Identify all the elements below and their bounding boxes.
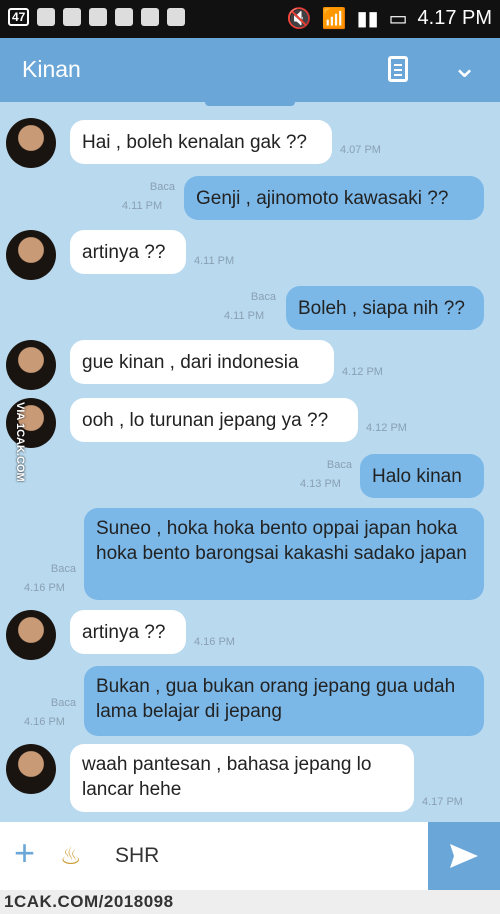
footer-text: 1CAK.COM/2018098 <box>4 892 174 911</box>
message-time: 4.07 PM <box>340 144 381 156</box>
message-time: 4.11 PM <box>122 200 163 212</box>
message-time: 4.12 PM <box>366 422 407 434</box>
avatar[interactable] <box>6 744 56 794</box>
send-icon <box>450 844 478 868</box>
header-notch <box>205 102 295 106</box>
message-time: 4.16 PM <box>194 636 235 648</box>
avatar[interactable] <box>6 118 56 168</box>
battery-icon: ▭ <box>388 8 408 30</box>
read-receipt: Baca <box>326 459 352 471</box>
contact-name[interactable]: Kinan <box>22 56 81 83</box>
status-left: 47 <box>8 8 186 26</box>
gallery-icon <box>89 8 108 26</box>
read-receipt: Baca <box>50 563 76 575</box>
status-time: 4.17 PM <box>417 7 492 29</box>
message-bubble-incoming: artinya ?? <box>70 230 186 274</box>
message-bubble-incoming: ooh , lo turunan jepang ya ?? <box>70 398 358 442</box>
send-button[interactable] <box>428 822 500 890</box>
chat-header: Kinan ⌄ <box>0 38 500 102</box>
plus-icon[interactable]: + <box>14 832 35 874</box>
wifi-icon: 📶 <box>321 8 347 30</box>
message-bubble-outgoing: Boleh , siapa nih ?? <box>286 286 484 330</box>
avatar[interactable] <box>6 610 56 660</box>
message-bubble-outgoing: Bukan , gua bukan orang jepang gua udah … <box>84 666 484 736</box>
message-time: 4.11 PM <box>224 310 265 322</box>
message-time: 4.16 PM <box>24 716 65 728</box>
message-time: 4.12 PM <box>342 366 383 378</box>
read-receipt: Baca <box>50 697 76 709</box>
chevron-down-icon[interactable]: ⌄ <box>452 50 477 85</box>
circle-icon <box>167 8 186 26</box>
read-receipt: Baca <box>149 181 175 193</box>
message-time: 4.16 PM <box>24 582 65 594</box>
message-bubble-incoming: artinya ?? <box>70 610 186 654</box>
message-bubble-outgoing: Suneo , hoka hoka bento oppai japan hoka… <box>84 508 484 600</box>
message-bubble-incoming: waah pantesan , bahasa jepang lo lancar … <box>70 744 414 812</box>
read-receipt: Baca <box>250 291 276 303</box>
lock-icon <box>37 8 56 26</box>
messenger-icon <box>141 8 160 26</box>
message-time: 4.17 PM <box>422 796 463 808</box>
message-input[interactable]: SHR <box>115 844 159 868</box>
message-bubble-incoming: gue kinan , dari indonesia <box>70 340 334 384</box>
message-time: 4.13 PM <box>300 478 341 490</box>
status-bar: 47 🔇 📶 ▮▮ ▭ 4.17 PM <box>0 0 500 38</box>
watermark: VIA 1CAK.COM <box>14 402 26 482</box>
magic-lamp-icon[interactable]: ♨ <box>60 842 82 871</box>
notification-count: 47 <box>8 8 30 26</box>
mute-icon: 🔇 <box>286 8 312 30</box>
message-bubble-outgoing: Halo kinan <box>360 454 484 498</box>
document-icon[interactable] <box>388 56 408 82</box>
signal-icon: ▮▮ <box>356 8 379 30</box>
avatar[interactable] <box>6 230 56 280</box>
line-icon <box>115 8 134 26</box>
status-right: 🔇 📶 ▮▮ ▭ 4.17 PM <box>287 6 492 31</box>
message-bubble-incoming: Hai , boleh kenalan gak ?? <box>70 120 332 164</box>
message-bubble-outgoing: Genji , ajinomoto kawasaki ?? <box>184 176 484 220</box>
message-time: 4.11 PM <box>194 255 235 267</box>
footer-watermark: 1CAK.COM/2018098 <box>0 890 500 914</box>
message-composer: + ♨ SHR <box>0 822 500 890</box>
pinterest-icon <box>63 8 82 26</box>
avatar[interactable] <box>6 340 56 390</box>
